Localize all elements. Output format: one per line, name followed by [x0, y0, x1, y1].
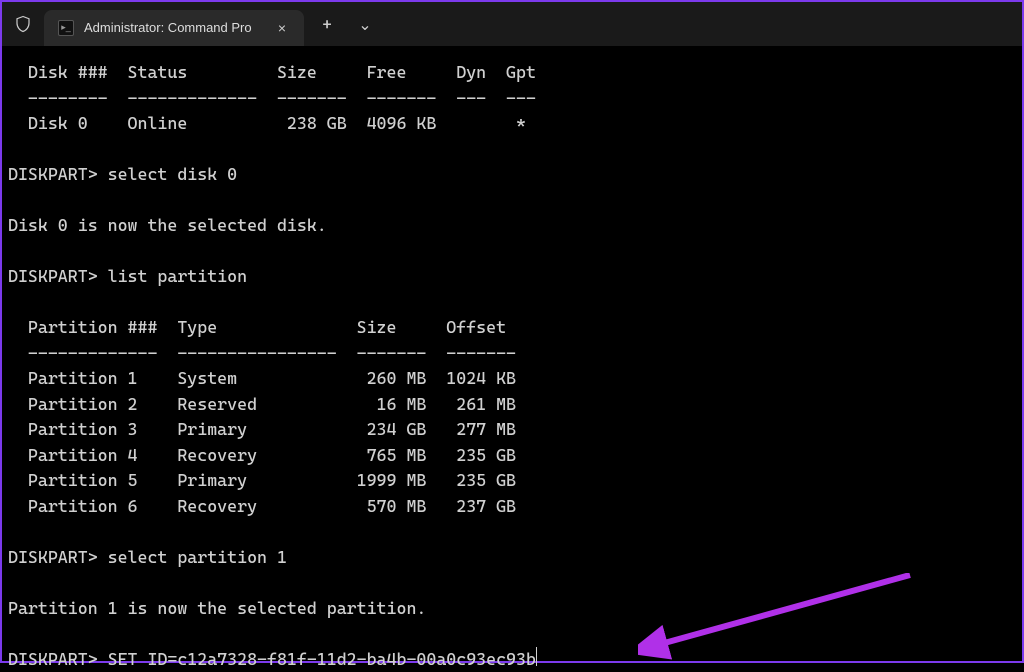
disk-table-divider: -------- ------------- ------- ------- -…: [8, 88, 536, 108]
partition-row-5: Partition 5 Primary 1999 MB 235 GB: [8, 470, 516, 490]
close-icon[interactable]: ×: [274, 19, 290, 37]
tab-dropdown-button[interactable]: ⌄: [348, 9, 382, 39]
partition-table-divider: ------------- ---------------- ------- -…: [8, 343, 516, 363]
msg-disk-selected: Disk 0 is now the selected disk.: [8, 215, 327, 235]
shield-icon: [2, 15, 44, 33]
disk-row-0: Disk 0 Online 238 GB 4096 KB *: [8, 113, 526, 133]
terminal-output[interactable]: Disk ### Status Size Free Dyn Gpt ------…: [2, 46, 1022, 672]
cmd-select-partition: DISKPART> select partition 1: [8, 547, 287, 567]
disk-table-header: Disk ### Status Size Free Dyn Gpt: [8, 62, 536, 82]
partition-row-4: Partition 4 Recovery 765 MB 235 GB: [8, 445, 516, 465]
tab-active[interactable]: ▸_ Administrator: Command Pro ×: [44, 10, 304, 46]
titlebar: ▸_ Administrator: Command Pro × + ⌄: [2, 2, 1022, 46]
msg-partition-selected: Partition 1 is now the selected partitio…: [8, 598, 426, 618]
tab-title: Administrator: Command Pro: [84, 20, 264, 35]
new-tab-button[interactable]: +: [310, 9, 344, 39]
titlebar-controls: + ⌄: [310, 9, 382, 39]
cmd-list-partition: DISKPART> list partition: [8, 266, 247, 286]
cmd-select-disk: DISKPART> select disk 0: [8, 164, 237, 184]
partition-row-6: Partition 6 Recovery 570 MB 237 GB: [8, 496, 516, 516]
partition-row-3: Partition 3 Primary 234 GB 277 MB: [8, 419, 516, 439]
partition-table-header: Partition ### Type Size Offset: [8, 317, 506, 337]
cmd-set-id: DISKPART> SET ID=c12a7328-f81f-11d2-ba4b…: [8, 649, 536, 669]
partition-row-2: Partition 2 Reserved 16 MB 261 MB: [8, 394, 516, 414]
partition-row-1: Partition 1 System 260 MB 1024 KB: [8, 368, 516, 388]
cmd-icon: ▸_: [58, 20, 74, 36]
